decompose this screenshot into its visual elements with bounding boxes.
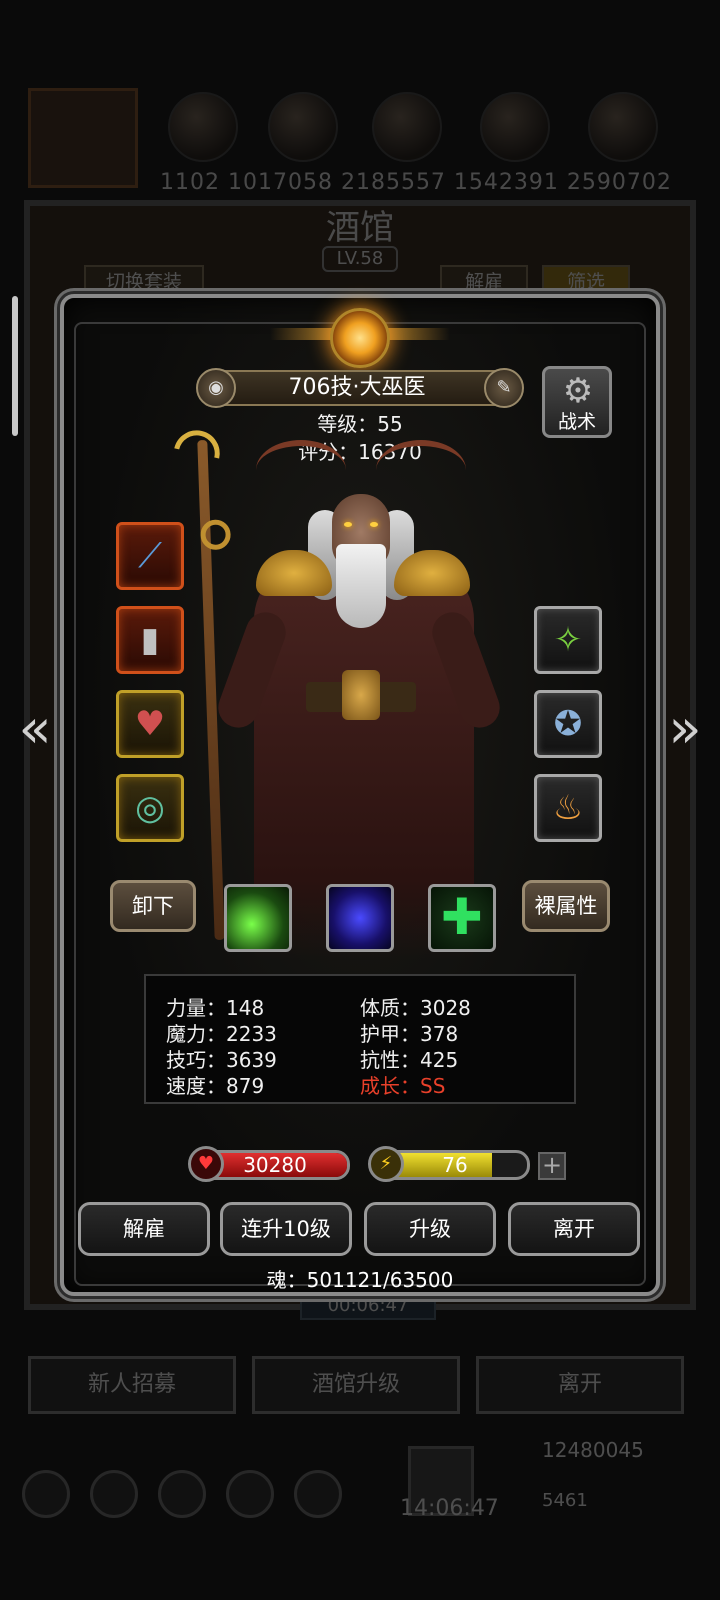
- green-charm-icon: ✧: [553, 620, 583, 660]
- heart-amulet-icon: ♥: [134, 704, 166, 744]
- menu-round-icon[interactable]: [90, 1470, 138, 1518]
- resource-icon: [588, 92, 658, 162]
- stat-magic: 魔力：2233: [166, 1022, 277, 1046]
- add-energy-button[interactable]: +: [538, 1152, 566, 1180]
- equip-slot-crest[interactable]: ✪: [534, 690, 602, 758]
- equip-slot-amulet[interactable]: ♥: [116, 690, 184, 758]
- base-attributes-button[interactable]: 裸属性: [522, 880, 610, 932]
- leave-button[interactable]: 离开: [508, 1202, 640, 1256]
- robe-icon: ▮: [140, 620, 160, 660]
- gem-count: 5461: [542, 1490, 588, 1511]
- resource-icon: [372, 92, 442, 162]
- hp-value: 30280: [243, 1153, 307, 1177]
- player-portrait[interactable]: [28, 88, 138, 188]
- antler-left: [256, 440, 346, 500]
- menu-round-icon[interactable]: [294, 1470, 342, 1518]
- hero-portrait-figure: [165, 421, 526, 960]
- sun-emblem-icon: [330, 308, 390, 368]
- stat-constitution: 体质：3028: [360, 996, 471, 1020]
- menu-round-icon[interactable]: [158, 1470, 206, 1518]
- hero-level: 等级：55: [317, 412, 403, 436]
- recruit-button[interactable]: 新人招募: [28, 1356, 236, 1414]
- staff-icon: ⟋: [138, 536, 162, 576]
- equip-slot-lantern[interactable]: ♨: [534, 774, 602, 842]
- resource-icon: [168, 92, 238, 162]
- orb-chain-icon: ◎: [135, 788, 165, 828]
- skill-shadow-icon[interactable]: [326, 884, 394, 952]
- rename-pencil-icon[interactable]: ✎: [484, 368, 524, 408]
- equip-slot-armor[interactable]: ▮: [116, 606, 184, 674]
- antler-right: [376, 440, 466, 500]
- lantern-icon: ♨: [552, 788, 584, 828]
- soul-counter: 魂：501121/63500: [266, 1268, 454, 1292]
- coin-count: 12480045: [542, 1438, 644, 1462]
- hero-eye: [370, 522, 378, 527]
- stat-resistance: 抗性：425: [360, 1048, 459, 1072]
- heart-icon: ♥: [188, 1146, 224, 1182]
- level-up-10-button[interactable]: 连升10级: [220, 1202, 352, 1256]
- tavern-upgrade-button[interactable]: 酒馆升级: [252, 1356, 460, 1414]
- menu-round-icon[interactable]: [226, 1470, 274, 1518]
- lightning-icon: ⚡: [368, 1146, 404, 1182]
- stat-skill: 技巧：3639: [166, 1048, 277, 1072]
- tavern-leave-button[interactable]: 离开: [476, 1356, 684, 1414]
- next-hero-arrow-icon[interactable]: »: [660, 702, 710, 762]
- hero-name-plate: 706技·大巫医: [204, 370, 510, 406]
- resource-icon: [480, 92, 550, 162]
- hero-staff: [165, 421, 232, 941]
- unequip-button[interactable]: 卸下: [110, 880, 196, 932]
- stat-armor: 护甲：378: [360, 1022, 459, 1046]
- tavern-title: 酒馆: [326, 208, 394, 248]
- menu-round-icon[interactable]: [22, 1470, 70, 1518]
- clock-text: 14:06:47: [400, 1496, 499, 1521]
- equip-slot-ring[interactable]: ◎: [116, 774, 184, 842]
- energy-value: 76: [442, 1153, 468, 1177]
- hero-buckle: [342, 670, 380, 720]
- resource-icon: [268, 92, 338, 162]
- stat-growth: 成长：SS: [360, 1074, 446, 1098]
- skill-slash-icon[interactable]: [224, 884, 292, 952]
- heal-cross-icon: ✚: [441, 888, 483, 946]
- stat-strength: 力量：148: [166, 996, 265, 1020]
- previous-hero-arrow-icon[interactable]: «: [10, 702, 60, 762]
- level-up-button[interactable]: 升级: [364, 1202, 496, 1256]
- medal-icon[interactable]: ◉: [196, 368, 236, 408]
- stats-box: 力量：148 魔力：2233 技巧：3639 速度：879 体质：3028 护甲…: [144, 974, 576, 1104]
- equip-slot-weapon[interactable]: ⟋: [116, 522, 184, 590]
- hero-beard: [336, 544, 386, 628]
- dismiss-button[interactable]: 解雇: [78, 1202, 210, 1256]
- tavern-level: LV.58: [322, 246, 398, 272]
- resource-counts: 1102 1017058 2185557 1542391 2590702: [160, 170, 672, 195]
- stat-speed: 速度：879: [166, 1074, 265, 1098]
- hero-eye: [344, 522, 352, 527]
- crest-icon: ✪: [553, 704, 583, 744]
- staff-ring: [200, 519, 232, 551]
- equip-slot-charm[interactable]: ✧: [534, 606, 602, 674]
- recruit-timer: 00:06:47: [300, 1292, 436, 1320]
- skill-heal-icon[interactable]: ✚: [428, 884, 496, 952]
